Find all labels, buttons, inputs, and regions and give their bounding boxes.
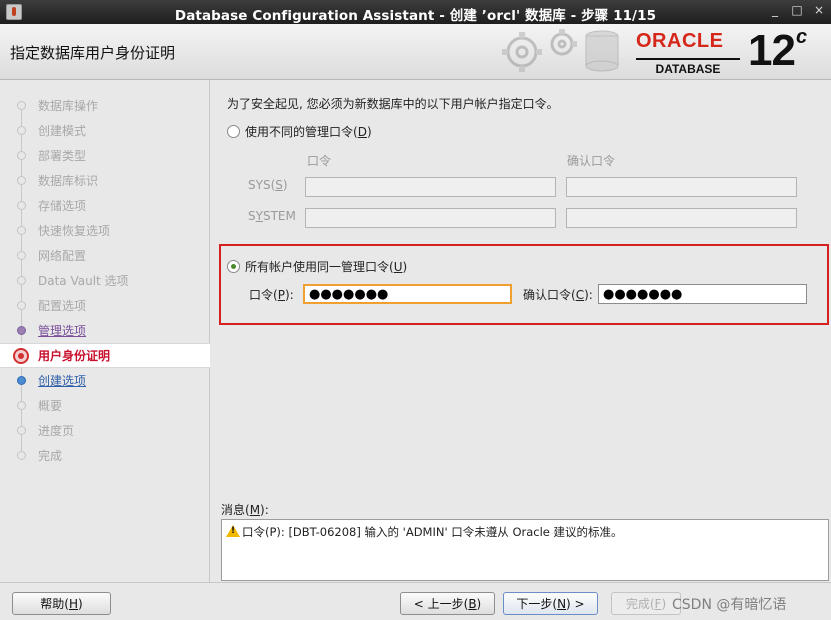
step-label: 配置选项	[38, 299, 87, 313]
step-dot-icon	[17, 251, 26, 260]
step-label: 快速恢复选项	[38, 224, 111, 238]
step-item: 数据库操作	[0, 93, 210, 118]
step-item: 部署类型	[0, 143, 210, 168]
next-button[interactable]: 下一步(N) >	[503, 592, 598, 615]
close-icon[interactable]: ×	[813, 3, 825, 17]
step-item: 概要	[0, 393, 210, 418]
gears-icon	[502, 29, 619, 72]
step-item: 完成	[0, 443, 210, 468]
message-text: 口令(P): [DBT-06208] 输入的 'ADMIN' 口令未遵从 Ora…	[242, 525, 623, 539]
step-item-creation-options[interactable]: 创建选项	[0, 368, 210, 393]
steps-sidebar: 数据库操作 创建模式 部署类型 数据库标识 存储选项 快速恢复选项 网络配置 D…	[0, 80, 210, 582]
confirm-password-label: 确认口令(C):	[523, 288, 593, 302]
main-panel: 为了安全起见, 您必须为新数据库中的以下用户帐户指定口令。 使用不同的管理口令(…	[211, 80, 831, 582]
step-label: 数据库操作	[38, 99, 99, 113]
step-item-management-options[interactable]: 管理选项	[0, 318, 210, 343]
step-dot-icon	[17, 426, 26, 435]
system-label: SYSTEM	[248, 209, 296, 223]
radio-button-selected[interactable]	[227, 260, 240, 273]
messages-box[interactable]: 口令(P): [DBT-06208] 输入的 'ADMIN' 口令未遵从 Ora…	[221, 519, 829, 581]
step-label: Data Vault 选项	[38, 274, 129, 288]
step-label: 进度页	[38, 424, 75, 438]
step-item: 存储选项	[0, 193, 210, 218]
version-label: 12c	[748, 26, 807, 76]
version-number: 12	[748, 26, 796, 75]
step-label[interactable]: 创建选项	[38, 372, 86, 389]
step-item: 快速恢复选项	[0, 218, 210, 243]
step-dot-icon	[17, 151, 26, 160]
page-header: 指定数据库用户身份证明 ORACLE DATABASE 12c	[0, 24, 831, 80]
step-label: 概要	[38, 399, 63, 413]
password-input[interactable]: ●●●●●●●	[303, 284, 512, 304]
sys-password-field	[305, 177, 556, 197]
radio-label[interactable]: 使用不同的管理口令(D)	[245, 123, 372, 140]
sys-label: SYS(S)	[248, 178, 288, 192]
step-dot-icon	[17, 201, 26, 210]
password-label: 口令(P):	[249, 288, 294, 302]
intro-text: 为了安全起见, 您必须为新数据库中的以下用户帐户指定口令。	[227, 97, 559, 111]
warning-icon	[226, 525, 240, 537]
finish-button[interactable]: 完成(F)	[611, 592, 681, 615]
step-label: 用户身份证明	[38, 349, 111, 363]
confirm-password-input[interactable]: ●●●●●●●	[598, 284, 807, 304]
step-item: 进度页	[0, 418, 210, 443]
step-label: 存储选项	[38, 199, 87, 213]
step-label: 完成	[38, 449, 63, 463]
step-dot-icon	[17, 376, 26, 385]
radio-button[interactable]	[227, 125, 240, 138]
sys-confirm-field	[566, 177, 797, 197]
step-dot-icon	[17, 451, 26, 460]
step-item-user-credentials[interactable]: 用户身份证明	[0, 343, 210, 368]
version-suffix: c	[795, 26, 807, 48]
watermark: CSDN @有暗忆语	[672, 597, 787, 613]
step-item: Data Vault 选项	[0, 268, 210, 293]
window-controls: _ □ ×	[769, 3, 825, 17]
current-step-icon	[13, 347, 29, 364]
system-password-field	[305, 208, 556, 228]
step-label: 数据库标识	[38, 174, 99, 188]
window-title: Database Configuration Assistant - 创建 ’o…	[174, 8, 657, 24]
step-item: 数据库标识	[0, 168, 210, 193]
step-dot-icon	[17, 276, 26, 285]
system-confirm-field	[566, 208, 797, 228]
page-title: 指定数据库用户身份证明	[10, 44, 176, 62]
step-item: 创建模式	[0, 118, 210, 143]
radio-different-passwords[interactable]: 使用不同的管理口令(D)	[227, 123, 372, 140]
window-titlebar: Database Configuration Assistant - 创建 ’o…	[0, 0, 831, 24]
back-button[interactable]: < 上一步(B)	[400, 592, 495, 615]
step-label: 创建模式	[38, 124, 87, 138]
column-header-confirm: 确认口令	[567, 154, 616, 168]
button-bar: 帮助(H) < 上一步(B) 下一步(N) > 完成(F) CSDN @有暗忆语	[0, 582, 831, 620]
step-dot-icon	[17, 401, 26, 410]
oracle-brand: ORACLE	[636, 30, 724, 52]
step-dot-icon	[17, 226, 26, 235]
step-dot-icon	[17, 301, 26, 310]
radio-same-password[interactable]: 所有帐户使用同一管理口令(U)	[227, 258, 407, 275]
step-dot-icon	[17, 126, 26, 135]
step-item: 网络配置	[0, 243, 210, 268]
messages-label: 消息(M):	[221, 503, 269, 517]
column-header-password: 口令	[307, 154, 332, 168]
step-dot-icon	[17, 326, 26, 335]
oracle-logo: ORACLE DATABASE	[634, 28, 746, 76]
step-label: 部署类型	[38, 149, 87, 163]
oracle-brand-sub: DATABASE	[636, 58, 740, 76]
maximize-icon[interactable]: □	[791, 3, 803, 17]
help-button[interactable]: 帮助(H)	[12, 592, 111, 615]
minimize-icon[interactable]: _	[769, 3, 781, 17]
step-label: 网络配置	[38, 249, 87, 263]
step-label[interactable]: 管理选项	[38, 322, 86, 339]
radio-label[interactable]: 所有帐户使用同一管理口令(U)	[245, 258, 407, 275]
step-dot-icon	[17, 101, 26, 110]
step-dot-icon	[17, 176, 26, 185]
step-item: 配置选项	[0, 293, 210, 318]
